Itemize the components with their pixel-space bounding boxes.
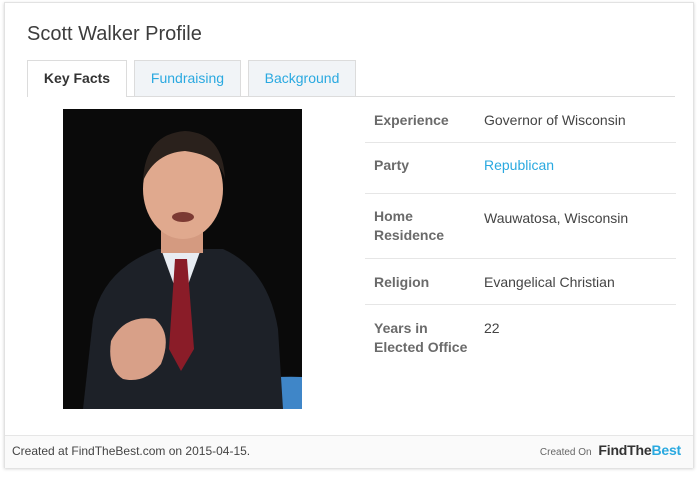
facts-table: Experience Governor of Wisconsin Party R…: [365, 98, 676, 369]
brand-badge[interactable]: Created On FindTheBest: [540, 442, 681, 458]
fact-label: Party: [374, 157, 410, 173]
findthebest-logo[interactable]: FindTheBest: [598, 442, 681, 458]
fact-value: Evangelical Christian: [484, 274, 615, 290]
fact-label: Years in Elected Office: [374, 320, 468, 355]
profile-photo: [63, 109, 302, 409]
tab-key-facts[interactable]: Key Facts: [27, 60, 127, 97]
fact-value: Wauwatosa, Wisconsin: [484, 210, 629, 226]
page-title: Scott Walker Profile: [27, 23, 202, 45]
fact-row-years-in-office: Years in Elected Office 22: [365, 305, 676, 369]
profile-photo-image: [63, 109, 302, 409]
tab-fundraising[interactable]: Fundraising: [134, 60, 241, 96]
footer: Created at FindTheBest.com on 2015-04-15…: [5, 435, 693, 468]
fact-label: Experience: [374, 112, 449, 128]
logo-best: Best: [651, 442, 681, 458]
fact-row-party: Party Republican: [365, 143, 676, 194]
fact-row-home-residence: Home Residence Wauwatosa, Wisconsin: [365, 194, 676, 259]
fact-label: Religion: [374, 274, 430, 290]
fact-row-experience: Experience Governor of Wisconsin: [365, 98, 676, 143]
fact-row-religion: Religion Evangelical Christian: [365, 259, 676, 305]
created-note: Created at FindTheBest.com on 2015-04-15…: [12, 444, 251, 458]
tab-bar: Key Facts Fundraising Background: [27, 60, 675, 97]
tab-background[interactable]: Background: [248, 60, 356, 96]
created-on-label: Created On: [539, 447, 592, 458]
party-link[interactable]: Republican: [484, 156, 554, 175]
fact-label: Home Residence: [374, 208, 445, 243]
logo-find: FindThe: [598, 442, 652, 458]
profile-card: Scott Walker Profile Key Facts Fundraisi…: [4, 2, 694, 468]
fact-value: Governor of Wisconsin: [484, 112, 626, 128]
fact-value: 22: [484, 320, 500, 336]
